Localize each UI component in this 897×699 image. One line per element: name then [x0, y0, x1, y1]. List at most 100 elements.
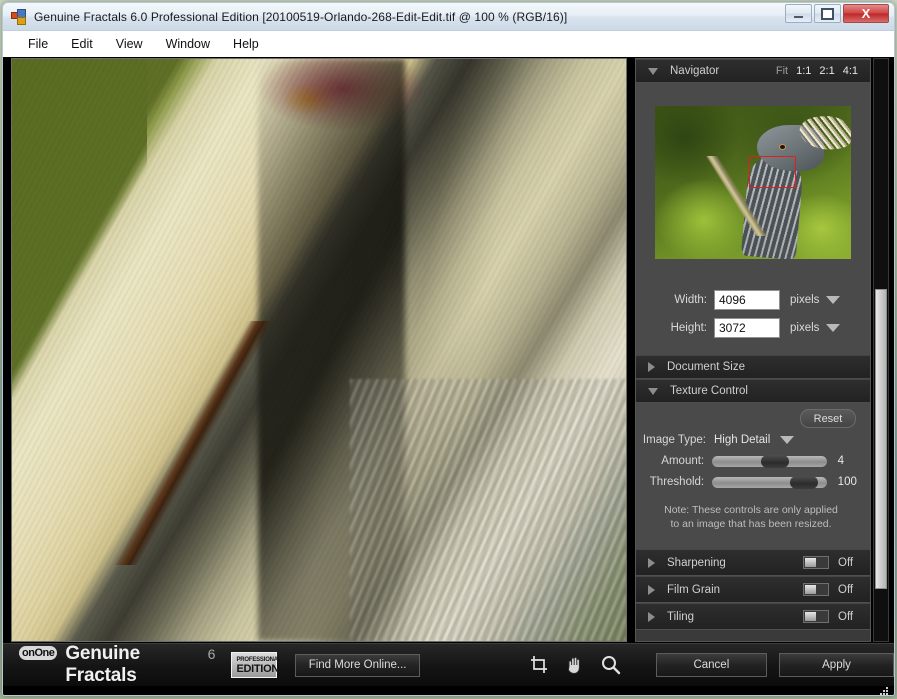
image-beak-edge	[30, 321, 349, 565]
threshold-slider[interactable]	[712, 477, 827, 488]
resize-grip[interactable]	[880, 687, 890, 696]
product-version: 6	[208, 646, 216, 662]
height-unit-label: pixels	[780, 322, 826, 334]
threshold-row: Threshold: 100	[642, 476, 860, 488]
menu-bar: File Edit View Window Help	[3, 30, 894, 57]
menu-file[interactable]: File	[17, 34, 60, 54]
desktop-background: Genuine Fractals 6.0 Professional Editio…	[0, 0, 897, 699]
window-controls: X	[785, 4, 892, 23]
tiling-state: Off	[838, 611, 860, 623]
zoom-tool-icon[interactable]	[598, 652, 624, 678]
dimension-fields: Width: pixels Height: pixels	[636, 281, 870, 355]
navigator-zoom-options: Fit 1:1 2:1 4:1	[776, 65, 862, 77]
scrollbar-thumb[interactable]	[875, 289, 887, 589]
texture-control-title: Texture Control	[670, 385, 862, 397]
width-unit-label: pixels	[780, 294, 826, 306]
threshold-label: Threshold:	[642, 476, 712, 488]
vertical-scrollbar[interactable]	[873, 58, 889, 642]
menu-help[interactable]: Help	[222, 34, 271, 54]
image-type-row: Image Type: High Detail	[642, 434, 860, 446]
navigator-body	[636, 83, 870, 281]
width-label: Width:	[636, 294, 714, 306]
preview-image	[12, 59, 626, 641]
width-row: Width: pixels	[636, 289, 870, 311]
brand-logo: onOne Genuine Fractals 6	[3, 643, 215, 687]
tiling-toggle[interactable]	[803, 610, 829, 623]
title-bar: Genuine Fractals 6.0 Professional Editio…	[3, 3, 894, 30]
bottom-toolbar: onOne Genuine Fractals 6 PROFESSIONAL ED…	[3, 643, 894, 686]
sharpening-state: Off	[838, 557, 860, 569]
zoom-option-1-1[interactable]: 1:1	[796, 65, 811, 77]
find-more-online-button[interactable]: Find More Online...	[295, 654, 419, 677]
menu-view[interactable]: View	[105, 34, 155, 54]
professional-edition-badge: PROFESSIONAL EDITION	[231, 652, 277, 678]
cancel-button[interactable]: Cancel	[656, 653, 767, 677]
zoom-option-fit[interactable]: Fit	[776, 65, 788, 77]
width-input[interactable]	[714, 290, 780, 310]
amount-row: Amount: 4	[642, 455, 860, 467]
zoom-option-4-1[interactable]: 4:1	[843, 65, 858, 77]
height-label: Height:	[636, 322, 714, 334]
onone-mark-icon: onOne	[19, 646, 57, 660]
document-size-section-header[interactable]: Document Size	[636, 355, 870, 379]
image-background-foliage	[12, 59, 147, 397]
film-grain-state: Off	[838, 584, 860, 596]
film-grain-toggle[interactable]	[803, 583, 829, 596]
chevron-right-icon[interactable]	[648, 558, 655, 568]
width-unit-dropdown-icon[interactable]	[826, 296, 840, 304]
chevron-down-icon[interactable]	[648, 388, 658, 395]
chevron-down-icon[interactable]	[648, 68, 658, 75]
maximize-restore-button[interactable]	[814, 4, 841, 23]
client-area: Navigator Fit 1:1 2:1 4:1	[3, 57, 894, 696]
document-size-title: Document Size	[667, 361, 862, 373]
tiling-title: Tiling	[667, 611, 803, 623]
navigator-thumbnail[interactable]	[655, 106, 851, 259]
height-row: Height: pixels	[636, 317, 870, 339]
image-type-label: Image Type:	[642, 434, 714, 446]
apply-button[interactable]: Apply	[779, 653, 894, 677]
image-feather-texture	[350, 379, 626, 641]
crop-tool-icon[interactable]	[526, 652, 552, 678]
minimize-button[interactable]	[785, 4, 812, 23]
tiling-section-header[interactable]: Tiling Off	[636, 603, 870, 630]
image-canvas[interactable]	[11, 58, 627, 642]
reset-button[interactable]: Reset	[800, 409, 856, 428]
application-window: Genuine Fractals 6.0 Professional Editio…	[2, 2, 895, 696]
sharpening-toggle[interactable]	[803, 556, 829, 569]
zoom-option-2-1[interactable]: 2:1	[819, 65, 834, 77]
threshold-slider-handle[interactable]	[790, 476, 818, 489]
chevron-right-icon[interactable]	[648, 362, 655, 372]
film-grain-title: Film Grain	[667, 584, 803, 596]
menu-window[interactable]: Window	[155, 34, 222, 54]
image-type-value[interactable]: High Detail	[714, 434, 770, 446]
texture-control-section-header[interactable]: Texture Control	[636, 379, 870, 403]
navigator-section-header[interactable]: Navigator Fit 1:1 2:1 4:1	[636, 59, 870, 83]
hand-tool-icon[interactable]	[562, 652, 588, 678]
chevron-right-icon[interactable]	[648, 585, 655, 595]
navigator-title: Navigator	[670, 65, 776, 77]
texture-control-body: Reset Image Type: High Detail Amount: 4	[636, 403, 870, 549]
tool-group	[526, 652, 624, 678]
sharpening-title: Sharpening	[667, 557, 803, 569]
reset-row: Reset	[642, 409, 860, 428]
amount-value: 4	[827, 455, 860, 467]
amount-slider-handle[interactable]	[761, 455, 789, 468]
threshold-value: 100	[827, 476, 860, 488]
controls-panel: Navigator Fit 1:1 2:1 4:1	[635, 58, 871, 642]
product-name: Genuine Fractals	[65, 643, 200, 687]
height-unit-dropdown-icon[interactable]	[826, 324, 840, 332]
film-grain-section-header[interactable]: Film Grain Off	[636, 576, 870, 603]
menu-edit[interactable]: Edit	[60, 34, 105, 54]
navigator-viewport-rectangle[interactable]	[749, 156, 796, 188]
close-button[interactable]: X	[843, 4, 889, 23]
chevron-right-icon[interactable]	[648, 612, 655, 622]
badge-line-2: EDITION	[236, 665, 272, 674]
image-dark-feathers	[258, 59, 405, 641]
sharpening-section-header[interactable]: Sharpening Off	[636, 549, 870, 576]
status-strip	[3, 686, 894, 696]
texture-control-note: Note: These controls are only applied to…	[642, 497, 860, 541]
height-input[interactable]	[714, 318, 780, 338]
window-title: Genuine Fractals 6.0 Professional Editio…	[34, 10, 567, 24]
amount-slider[interactable]	[712, 456, 827, 467]
image-type-dropdown-icon[interactable]	[780, 436, 794, 444]
